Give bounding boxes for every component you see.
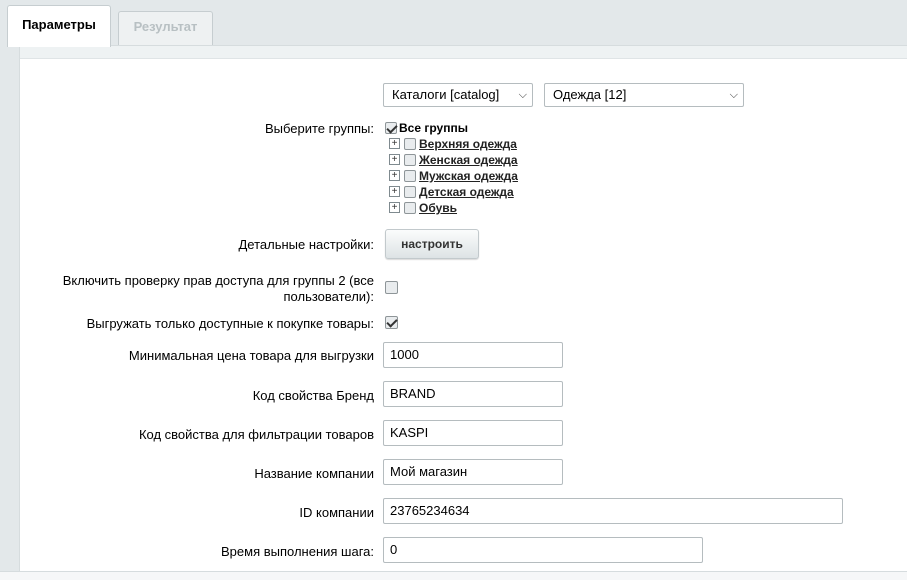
groups-label: Выберите группы: [264, 121, 374, 136]
chevron-down-icon: ⌵ [729, 89, 738, 101]
tab-bar: Параметры Результат [0, 0, 907, 47]
expand-icon[interactable]: + [389, 138, 400, 149]
group-checkbox[interactable] [404, 186, 416, 198]
expand-icon[interactable]: + [389, 202, 400, 213]
access-check-label: Включить проверку прав доступа для групп… [63, 273, 374, 305]
tab-parameters[interactable]: Параметры [7, 5, 111, 47]
group-checkbox[interactable] [404, 170, 416, 182]
filter-prop-label: Код свойства для фильтрации товаров [138, 427, 374, 442]
step-time-label: Время выполнения шага: [221, 544, 374, 559]
detail-settings-label: Детальные настройки: [238, 237, 374, 252]
step-time-input[interactable]: 0 [383, 537, 703, 563]
only-available-label: Выгружать только доступные к покупке тов… [86, 316, 374, 331]
filter-prop-input[interactable]: KASPI [383, 420, 563, 446]
company-id-label: ID компании [299, 505, 374, 520]
group-checkbox[interactable] [404, 138, 416, 150]
group-link[interactable]: Верхняя одежда [419, 137, 517, 151]
all-groups-label: Все группы [399, 121, 468, 135]
group-link[interactable]: Детская одежда [419, 185, 514, 199]
company-id-input[interactable]: 23765234634 [383, 498, 843, 524]
group-link[interactable]: Мужская одежда [419, 169, 518, 183]
expand-icon[interactable]: + [389, 170, 400, 181]
chevron-down-icon: ⌵ [518, 89, 527, 101]
expand-icon[interactable]: + [389, 186, 400, 197]
company-name-label: Название компании [254, 466, 374, 481]
configure-button[interactable]: настроить [385, 229, 479, 259]
group-checkbox[interactable] [404, 202, 416, 214]
iblock-select-value: Одежда [12] [553, 87, 627, 102]
min-price-label: Минимальная цена товара для выгрузки [128, 348, 374, 363]
expand-icon[interactable]: + [389, 154, 400, 165]
access-check-label-line2: пользователи): [283, 289, 375, 304]
panel-header-strip [20, 46, 907, 59]
min-price-input[interactable]: 1000 [383, 342, 563, 368]
tab-result[interactable]: Результат [118, 11, 213, 45]
only-available-checkbox[interactable] [385, 316, 398, 329]
access-check-checkbox[interactable] [385, 281, 398, 294]
catalog-select-value: Каталоги [catalog] [392, 87, 500, 102]
all-groups-checkbox[interactable] [385, 122, 397, 134]
group-link[interactable]: Обувь [419, 201, 457, 215]
brand-prop-label: Код свойства Бренд [252, 388, 374, 403]
iblock-select[interactable]: Одежда [12] ⌵ [544, 83, 744, 107]
brand-prop-input[interactable]: BRAND [383, 381, 563, 407]
access-check-label-line1: Включить проверку прав доступа для групп… [62, 273, 374, 288]
company-name-input[interactable]: Мой магазин [383, 459, 563, 485]
group-link[interactable]: Женская одежда [419, 153, 518, 167]
catalog-select[interactable]: Каталоги [catalog] ⌵ [383, 83, 533, 107]
group-checkbox[interactable] [404, 154, 416, 166]
